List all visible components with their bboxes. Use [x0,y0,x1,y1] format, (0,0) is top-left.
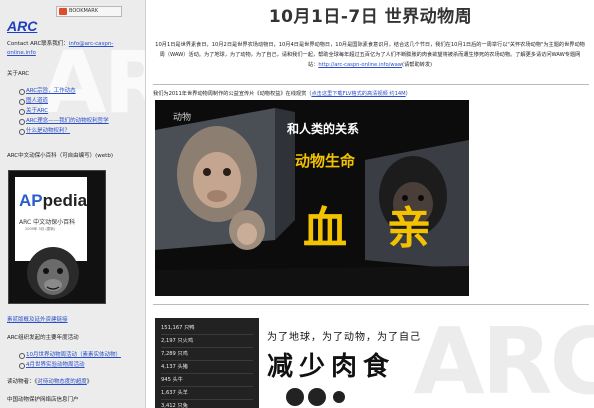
appedia-title: APpedia [19,191,88,210]
counter-row: 3,412 只兔 [161,400,253,408]
contact-prefix: Contact ARC联系我们： [7,41,69,47]
page: ARC BOOKMARK ARC Contact ARC联系我们：info@ar… [0,0,594,408]
event-link-2[interactable]: 4月世界实验动物周活动 [26,362,85,368]
events-list: 10月世界动物周活动（素素实体动物） 4月世界实验动物周活动 [19,350,121,370]
waw-site-link[interactable]: http://arc-caspn-online.info/waw [318,62,402,68]
list-item: 图人道道 [19,96,109,106]
portal-heading: 中国动物保护网络店信息门户 [7,397,79,403]
video-title-line1: 和人类的关系 [287,122,360,136]
reduce-meat-banner[interactable]: 为了地球，为了动物，为了自己 减少肉食 [267,328,457,408]
counter-row: 945 头牛 [161,374,253,387]
counter-row: 151,167 只鸭 [161,322,253,335]
main-content: ARC 10月1日-7日 世界动物周 10月1日是世界素食日，10月2日是世界农… [147,0,594,408]
counter-row: 4,137 头猪 [161,361,253,374]
divider [153,304,589,305]
banner-headline: 减少肉食 [267,352,396,382]
list-item: 关于ARC [19,106,109,116]
bookmark-icon [59,8,67,15]
list-item: 10月世界动物周活动（素素实体动物） [19,350,121,360]
banner-slogan: 为了地球，为了动物，为了自己 [267,332,421,343]
sidebar: ARC BOOKMARK ARC Contact ARC联系我们：info@ar… [0,0,146,408]
appedia-date: 2009年 3月 (更新) [25,227,56,231]
list-item: ARC理念——我们的动物权利哲学 [19,116,109,126]
about-link-5[interactable]: 什么是动物权利？ [26,128,70,134]
slaughter-counter: 151,167 只鸭 2,197 只火鸡 7,289 只鸡 4,137 头猪 9… [155,318,259,408]
divider [153,84,589,85]
animal-icon [286,388,345,406]
about-heading: 关于ARC [7,71,30,77]
list-item: ARC宗旨，工作动态 [19,86,109,96]
counter-row: 1,637 头羊 [161,387,253,400]
events-heading: ARC组织发起的主要年度活动 [7,335,79,341]
about-link-3[interactable]: 关于ARC [26,108,48,114]
video-caption: 我们为2011年世界动物周制作的公益宣传片《动物权益》在线观赏（点击这里下载FL… [153,91,411,97]
list-item: 4月世界实验动物周活动 [19,360,121,370]
page-title: 10月1日-7日 世界动物周 [268,7,473,27]
counter-row: 2,197 只火鸡 [161,335,253,348]
bookmark-label: BOOKMARK [69,8,98,14]
promo-video[interactable]: 动物 和人类的关系 动物生命 血 亲 [155,100,469,296]
intro-paragraph: 10月1日是世界素食日，10月2日是世界农场动物日，10月4日是世界动物日，10… [155,42,585,68]
about-link-1[interactable]: ARC宗旨，工作动态 [26,88,76,94]
list-item: 什么是动物权利？ [19,126,109,136]
video-download-link[interactable]: 点击这里下载FLV格式的高清视频 约14M [311,91,405,97]
event-link-1[interactable]: 10月世界动物周活动（素素实体动物） [26,352,121,358]
appedia-subtitle: ARC 中文动保小百科 [19,219,76,226]
counter-row: 7,289 只鸡 [161,348,253,361]
video-corner-text: 动物 [173,113,192,123]
about-link-2[interactable]: 图人道道 [26,98,48,104]
read-more: 读动物者：《对待动物态度的超度》 [7,379,93,385]
contact-info: Contact ARC联系我们：info@arc-caspn-online.in… [7,40,139,58]
video-big-char-2: 亲 [387,203,431,254]
about-list: ARC宗旨，工作动态 图人道道 关于ARC ARC理念——我们的动物权利哲学 什… [19,86,109,136]
video-big-char-1: 血 [303,203,347,254]
video-title-line2: 动物生命 [295,152,356,170]
appedia-cover-link[interactable]: APpedia ARC 中文动保小百科 2009年 3月 (更新) [8,170,106,304]
read-more-link[interactable]: 对待动物态度的超度 [37,379,87,385]
appedia-heading: ARC中文动保小百科（可自由编写）(wetb) [7,153,113,159]
sidebar-link-plain[interactable]: 素贰版概及延外资建链接 [7,316,68,325]
bookmark-button[interactable]: BOOKMARK [56,6,122,17]
chimpanzee-icon [27,247,79,299]
about-link-4[interactable]: ARC理念——我们的动物权利哲学 [26,118,109,124]
arc-logo-link[interactable]: ARC [7,18,37,34]
